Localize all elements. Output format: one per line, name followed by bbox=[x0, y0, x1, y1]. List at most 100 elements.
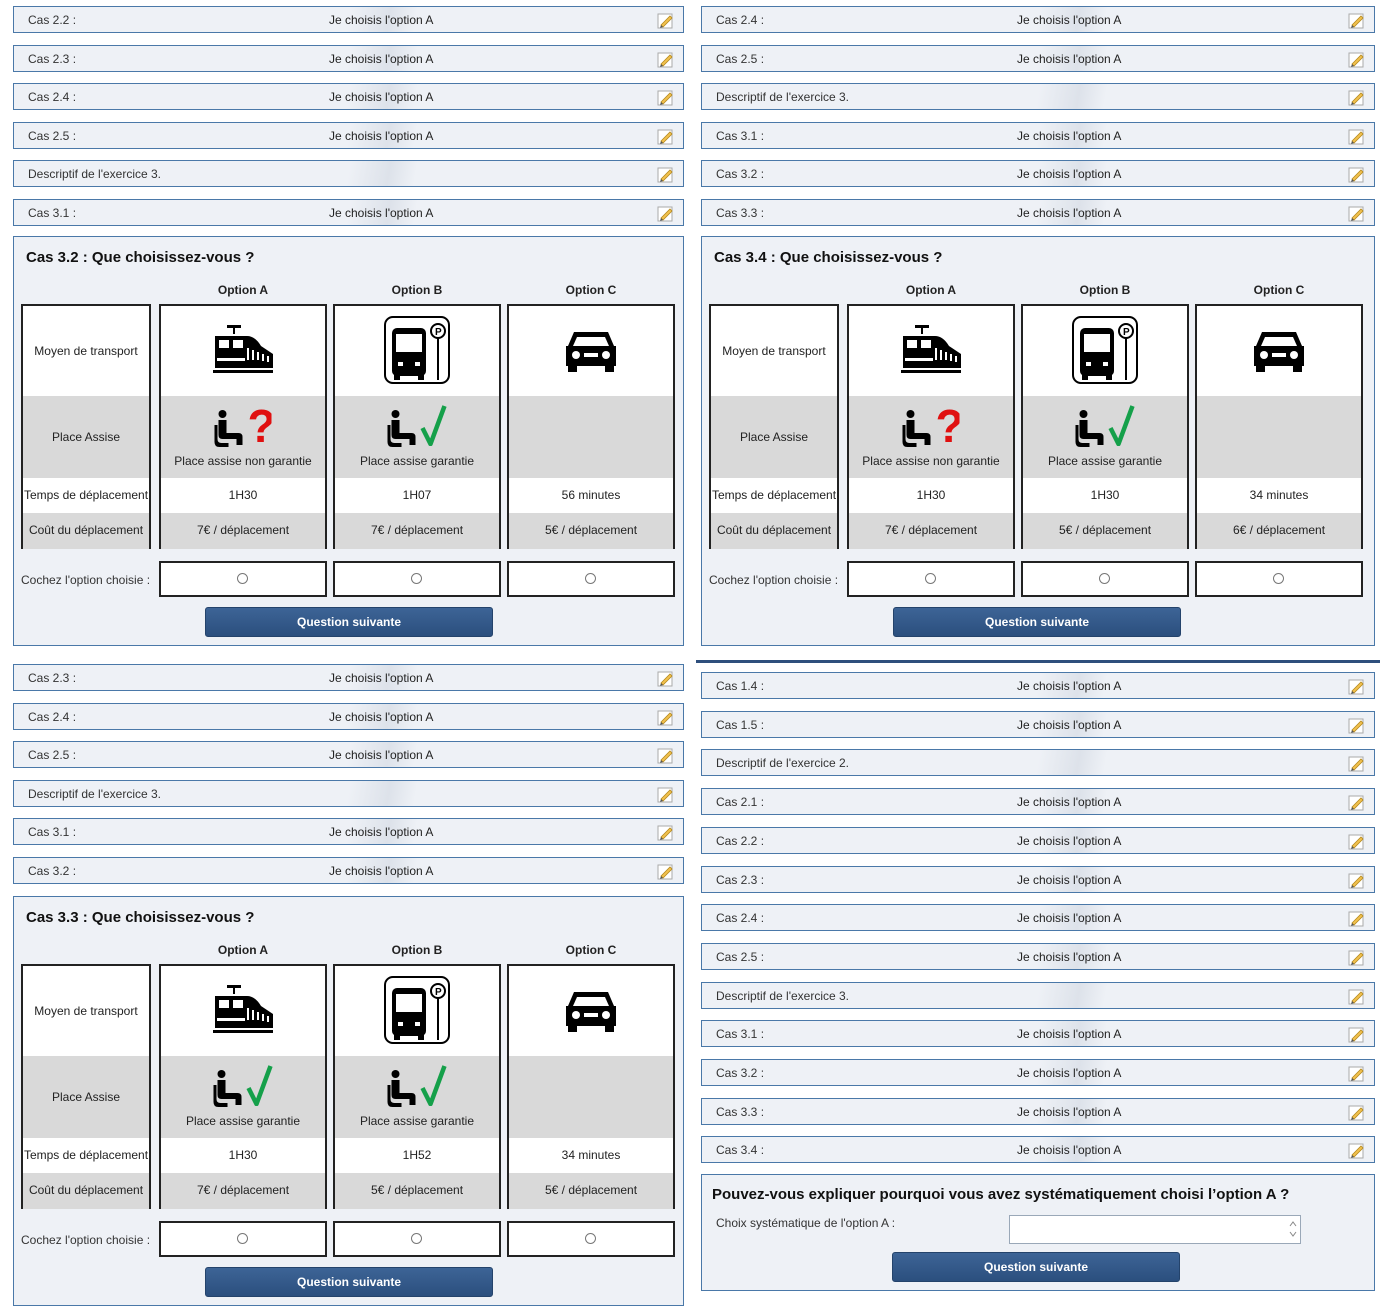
svg-text:P: P bbox=[435, 327, 442, 338]
pencil-edit-icon[interactable] bbox=[1348, 88, 1366, 106]
seat-status: Place assise garantie bbox=[359, 1114, 475, 1128]
pencil-edit-icon[interactable] bbox=[1348, 165, 1366, 183]
history-row-label: Cas 1.5 : bbox=[716, 717, 765, 732]
pencil-edit-icon[interactable] bbox=[1348, 1025, 1366, 1043]
history-row-label: Descriptif de l'exercice 3. bbox=[716, 90, 850, 105]
pencil-edit-icon[interactable] bbox=[1348, 948, 1366, 966]
history-row-label: Cas 2.4 : bbox=[28, 709, 77, 724]
next-question-button[interactable]: Question suivante bbox=[205, 607, 493, 637]
history-row-answer: Je choisis l'option A bbox=[329, 90, 434, 105]
history-row-label: Cas 3.3 : bbox=[716, 206, 765, 220]
pencil-edit-icon[interactable] bbox=[657, 669, 675, 687]
history-row: Cas 2.5 : Je choisis l'option A bbox=[701, 44, 1375, 72]
history-row-label: Cas 2.5 : bbox=[28, 128, 77, 143]
history-row: Cas 3.2 : Je choisis l'option A bbox=[701, 160, 1375, 188]
history-row-label: Cas 3.2 : bbox=[716, 1066, 765, 1080]
option-c-radio[interactable] bbox=[1273, 573, 1284, 584]
history-row-label: Cas 2.5 : bbox=[716, 949, 765, 964]
explanation-textarea[interactable] bbox=[1009, 1215, 1301, 1244]
history-row: Descriptif de l'exercice 3. bbox=[13, 779, 684, 807]
row-label-seat: Place Assise bbox=[51, 1090, 121, 1104]
pencil-edit-icon[interactable] bbox=[657, 823, 675, 841]
pencil-edit-icon[interactable] bbox=[1348, 754, 1366, 772]
pencil-edit-icon[interactable] bbox=[1348, 204, 1366, 222]
bus-stop-icon: P bbox=[384, 316, 450, 387]
pencil-edit-icon[interactable] bbox=[657, 708, 675, 726]
car-icon bbox=[1252, 328, 1306, 377]
history-row: Descriptif de l'exercice 3. bbox=[701, 981, 1375, 1009]
history-row-label: Cas 1.4 : bbox=[716, 679, 765, 693]
option-c-choice-cell bbox=[507, 1221, 675, 1257]
travel-cost: 7€ / déplacement bbox=[370, 523, 464, 537]
pencil-edit-icon[interactable] bbox=[1348, 987, 1366, 1005]
pencil-edit-icon[interactable] bbox=[657, 127, 675, 145]
option-c-header: Option C bbox=[1253, 283, 1305, 297]
history-row: Descriptif de l'exercice 3. bbox=[701, 83, 1375, 111]
option-b-radio[interactable] bbox=[1099, 573, 1110, 584]
history-row-label: Cas 3.1 : bbox=[28, 206, 77, 220]
row-label-seat: Place Assise bbox=[51, 430, 121, 444]
option-column: 34 minutes 6€ / déplacement bbox=[1195, 304, 1363, 549]
history-row-label: Cas 2.3 : bbox=[28, 671, 77, 685]
next-question-button[interactable]: Question suivante bbox=[892, 1252, 1180, 1282]
option-c-radio[interactable] bbox=[585, 1233, 596, 1244]
history-row-answer: Je choisis l'option A bbox=[1017, 206, 1122, 220]
pencil-edit-icon[interactable] bbox=[1348, 1103, 1366, 1121]
pencil-edit-icon[interactable] bbox=[1348, 1141, 1366, 1159]
history-row-answer: Je choisis l'option A bbox=[1017, 51, 1122, 66]
pencil-edit-icon[interactable] bbox=[1348, 832, 1366, 850]
pencil-edit-icon[interactable] bbox=[657, 50, 675, 68]
pencil-edit-icon[interactable] bbox=[1348, 11, 1366, 29]
row-label-transport: Moyen de transport bbox=[722, 344, 826, 358]
next-question-button[interactable]: Question suivante bbox=[893, 607, 1181, 637]
option-column: 34 minutes 5€ / déplacement bbox=[507, 964, 675, 1209]
travel-cost: 5€ / déplacement bbox=[1058, 523, 1152, 537]
option-a-radio[interactable] bbox=[237, 1233, 248, 1244]
option-b-header: Option B bbox=[391, 943, 443, 957]
pencil-edit-icon[interactable] bbox=[1348, 909, 1366, 927]
pencil-edit-icon[interactable] bbox=[1348, 871, 1366, 889]
option-column: P Place assise garantie 1H07 7€ / déplaceme… bbox=[333, 304, 501, 549]
history-row-label: Descriptif de l'exercice 3. bbox=[28, 786, 162, 801]
history-row: Cas 2.2 : Je choisis l'option A bbox=[13, 6, 684, 33]
travel-cost: 7€ / déplacement bbox=[196, 1183, 290, 1197]
history-row-label: Cas 3.2 : bbox=[28, 864, 77, 878]
pencil-edit-icon[interactable] bbox=[1348, 677, 1366, 695]
pencil-edit-icon[interactable] bbox=[657, 204, 675, 222]
question-title: Cas 3.3 : Que choisissez-vous ? bbox=[26, 909, 255, 926]
choice-label: Cochez l'option choisie : bbox=[709, 573, 839, 587]
history-row-label: Cas 2.5 : bbox=[28, 748, 77, 763]
pencil-edit-icon[interactable] bbox=[657, 88, 675, 106]
pencil-edit-icon[interactable] bbox=[1348, 1064, 1366, 1082]
option-b-radio[interactable] bbox=[411, 1233, 422, 1244]
pencil-edit-icon[interactable] bbox=[657, 11, 675, 29]
history-row-answer: Je choisis l'option A bbox=[1017, 949, 1122, 964]
pencil-edit-icon[interactable] bbox=[1348, 793, 1366, 811]
pencil-edit-icon[interactable] bbox=[657, 862, 675, 880]
travel-cost: 6€ / déplacement bbox=[1232, 523, 1326, 537]
history-row: Cas 3.2 : Je choisis l'option A bbox=[13, 857, 684, 884]
pencil-edit-icon[interactable] bbox=[1348, 716, 1366, 734]
history-row-label: Cas 2.1 : bbox=[716, 795, 765, 810]
history-row: Cas 3.1 : Je choisis l'option A bbox=[701, 121, 1375, 149]
question-box: Cas 3.2 : Que choisissez-vous ? Option A O… bbox=[13, 236, 684, 646]
option-b-choice-cell bbox=[333, 1221, 501, 1257]
next-question-button[interactable]: Question suivante bbox=[205, 1267, 493, 1297]
history-row-answer: Je choisis l'option A bbox=[1017, 1143, 1122, 1158]
option-b-radio[interactable] bbox=[411, 573, 422, 584]
option-a-radio[interactable] bbox=[925, 573, 936, 584]
pencil-edit-icon[interactable] bbox=[657, 165, 675, 183]
history-row: Cas 1.5 : Je choisis l'option A bbox=[701, 710, 1375, 738]
pencil-edit-icon[interactable] bbox=[657, 746, 675, 764]
pencil-edit-icon[interactable] bbox=[1348, 50, 1366, 68]
seat-icon bbox=[1075, 404, 1135, 449]
seat-status: Place assise garantie bbox=[1047, 454, 1163, 468]
textarea-resize-arrows-icon[interactable] bbox=[1288, 1218, 1298, 1243]
pencil-edit-icon[interactable] bbox=[1348, 127, 1366, 145]
option-c-radio[interactable] bbox=[585, 573, 596, 584]
history-row: Cas 2.4 : Je choisis l'option A bbox=[701, 904, 1375, 932]
option-a-radio[interactable] bbox=[237, 573, 248, 584]
pencil-edit-icon[interactable] bbox=[657, 785, 675, 803]
history-row-label: Cas 2.2 : bbox=[716, 833, 765, 848]
history-row-label: Cas 2.4 : bbox=[716, 13, 765, 27]
